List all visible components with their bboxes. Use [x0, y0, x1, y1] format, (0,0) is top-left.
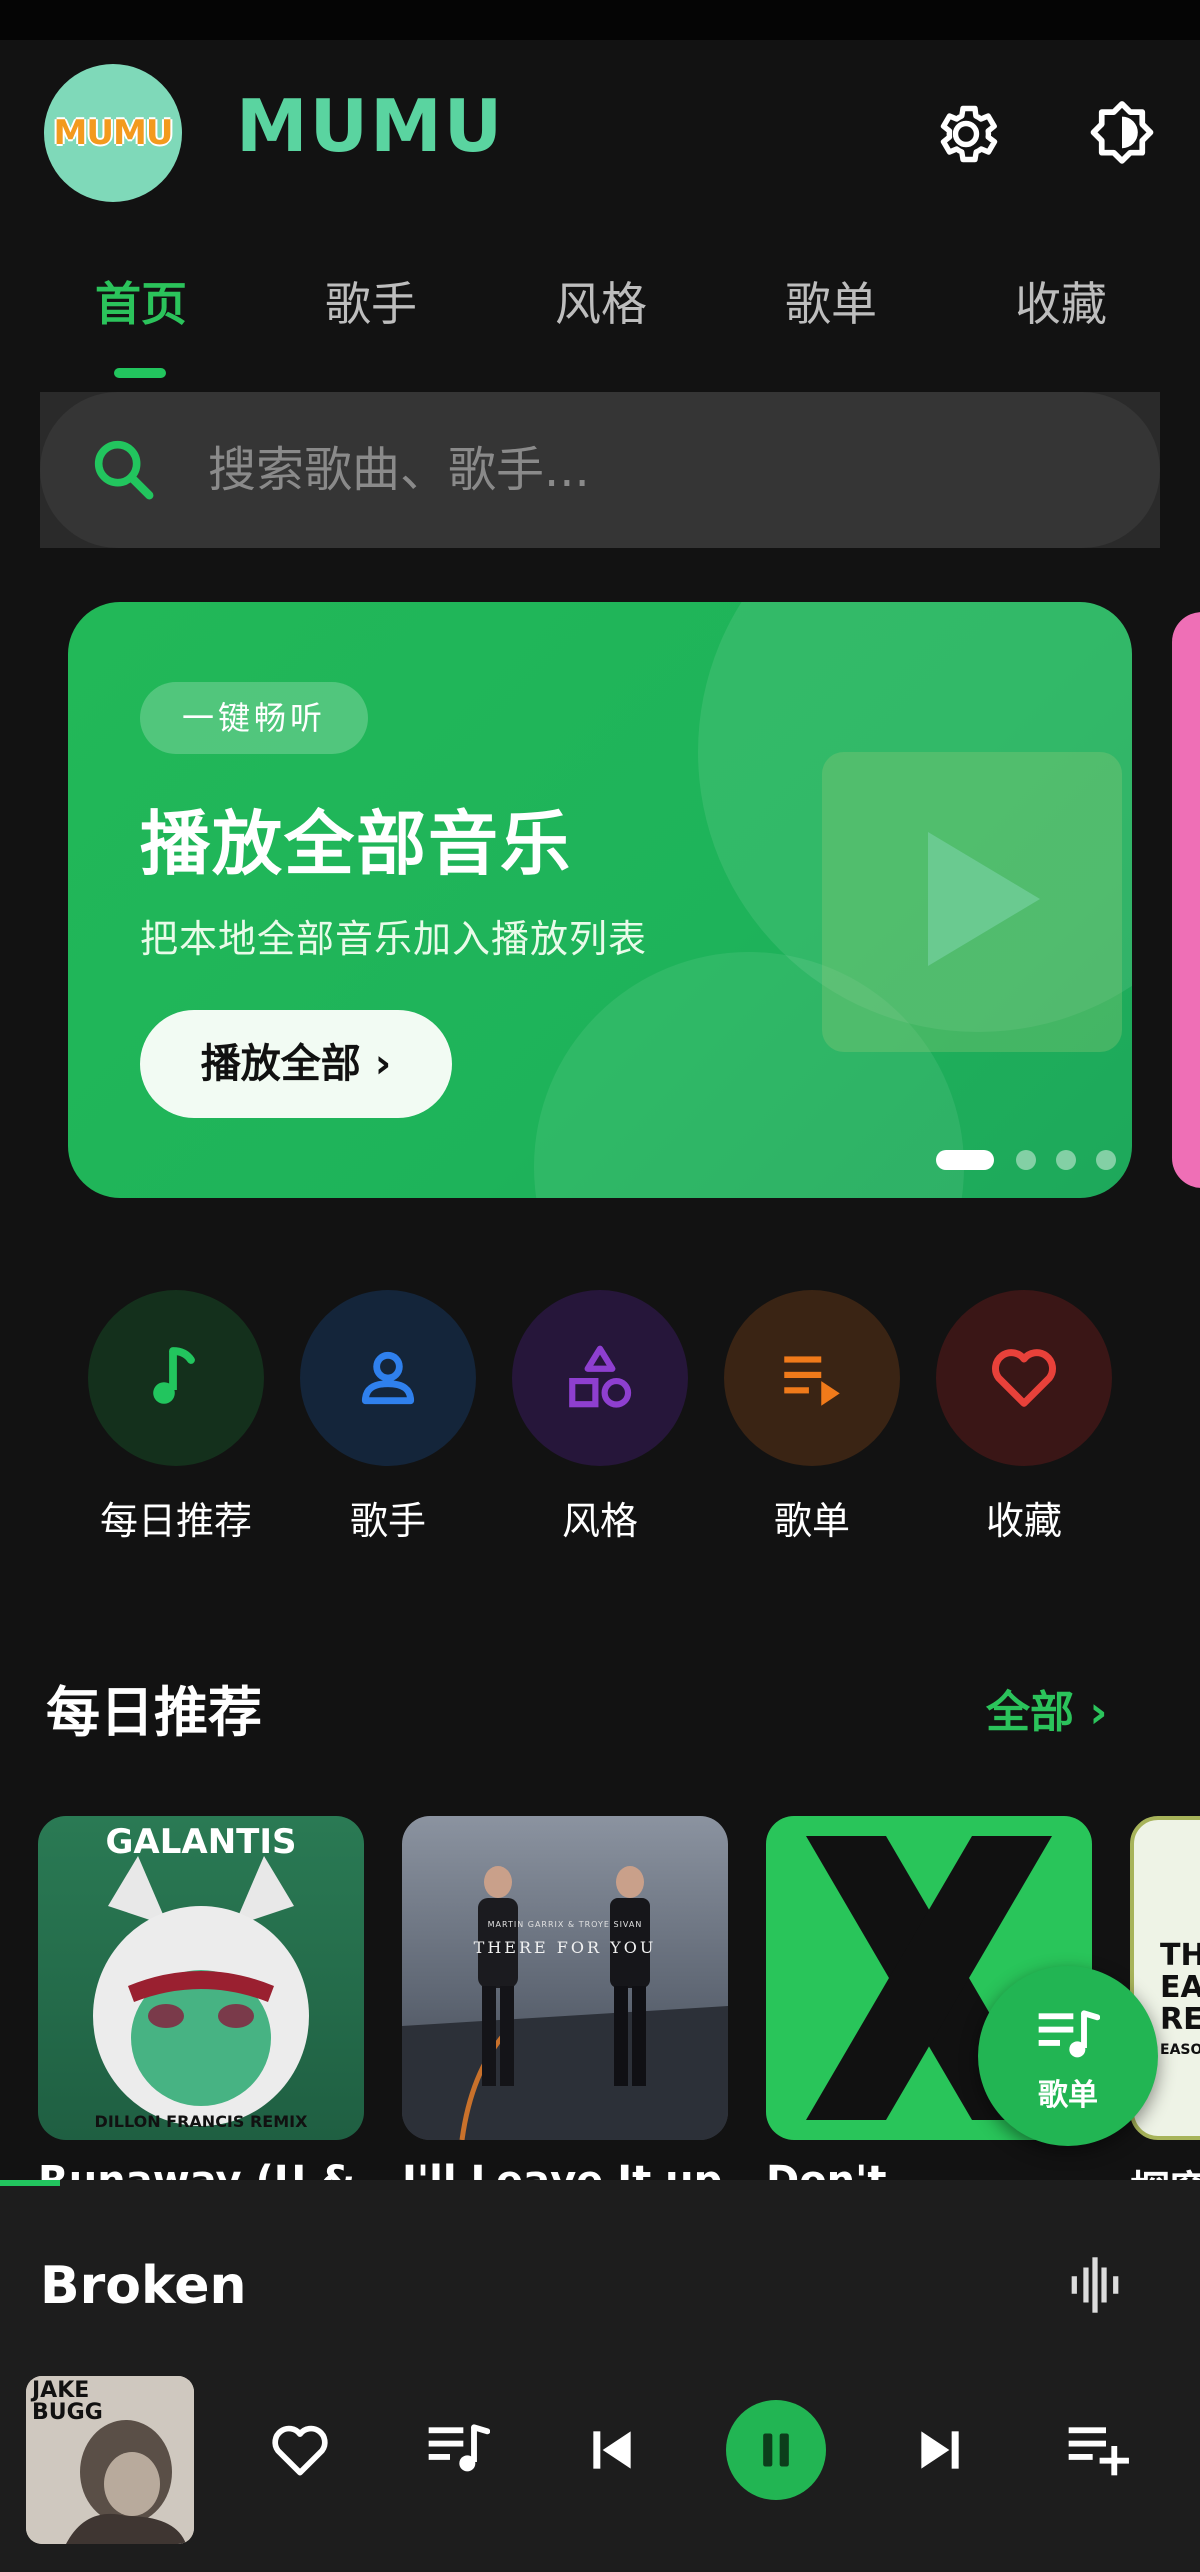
playlist-icon: [784, 1356, 840, 1406]
cover-subtitle: MARTIN GARRIX & TROYE SIVAN: [487, 1920, 643, 1929]
gear-icon: [940, 105, 998, 163]
song-title: 探窗: [1130, 2158, 1200, 2180]
song-title: Runaway (U & I): [38, 2158, 364, 2180]
page-dot[interactable]: [1096, 1150, 1116, 1170]
banner-title: 播放全部音乐: [140, 803, 572, 885]
quick-circle: [724, 1290, 900, 1466]
now-playing-title: Broken: [40, 2256, 247, 2316]
album-art[interactable]: JAKE BUGG: [26, 2376, 194, 2544]
next-button[interactable]: [892, 2402, 988, 2498]
see-all-link[interactable]: 全部 ›: [986, 1676, 1107, 1740]
song-title: Don't: [766, 2158, 1092, 2180]
top-tab-bar: 首页 歌手 风格 歌单 收藏: [0, 240, 1200, 380]
playback-progress[interactable]: [0, 2180, 60, 2186]
logo-text: MUMU: [53, 113, 174, 153]
shapes-icon: [569, 1345, 632, 1408]
playlist-fab[interactable]: 歌单: [978, 1966, 1158, 2146]
play-all-button[interactable]: 播放全部 ›: [140, 1010, 452, 1118]
banner-badge: 一键畅听: [140, 682, 368, 754]
brightness-icon: [1090, 101, 1154, 164]
quick-playlists[interactable]: 歌单: [722, 1290, 902, 1550]
quick-circle: [300, 1290, 476, 1466]
tab-genres[interactable]: 风格: [486, 264, 716, 344]
search-placeholder: 搜索歌曲、歌手...: [208, 442, 590, 498]
quick-circle: [512, 1290, 688, 1466]
music-note-icon: [153, 1347, 195, 1404]
song-card[interactable]: GALANTIS DILLON FRANCIS REMIX: [38, 1816, 364, 2140]
page-dot[interactable]: [1016, 1150, 1036, 1170]
quick-favorites[interactable]: 收藏: [934, 1290, 1114, 1550]
theme-toggle-button[interactable]: [1080, 92, 1164, 176]
page-dot[interactable]: [1056, 1150, 1076, 1170]
add-to-queue-button[interactable]: [1050, 2402, 1146, 2498]
cover-title: THERE FOR YOU: [473, 1938, 657, 1957]
search-container: 搜索歌曲、歌手...: [40, 392, 1160, 548]
quick-daily[interactable]: 每日推荐: [86, 1290, 266, 1550]
song-title: I'll Leave It up: [402, 2158, 728, 2180]
audio-wave-icon[interactable]: [1060, 2250, 1130, 2320]
app-header: MUMU MUMU: [0, 40, 1200, 220]
heart-icon: [992, 1349, 1056, 1407]
cover-title: GALANTIS: [105, 1822, 297, 1862]
like-button[interactable]: [252, 2402, 348, 2498]
person-icon: [361, 1351, 415, 1405]
cover-subtitle: EASO: [1160, 2042, 1200, 2058]
skip-next-icon: [921, 2431, 959, 2469]
banner-subtitle: 把本地全部音乐加入播放列表: [140, 917, 648, 961]
quick-circle: [936, 1290, 1112, 1466]
tab-indicator: [114, 368, 166, 378]
play-icon: [928, 832, 1040, 966]
tab-home[interactable]: 首页: [26, 264, 256, 344]
promo-banner[interactable]: 一键畅听 播放全部音乐 把本地全部音乐加入播放列表 播放全部 ›: [68, 602, 1132, 1198]
song-card[interactable]: THERE FOR YOU MARTIN GARRIX & TROYE SIVA…: [402, 1816, 728, 2140]
skip-previous-icon: [593, 2431, 631, 2469]
tab-playlists[interactable]: 歌单: [716, 264, 946, 344]
tab-singers[interactable]: 歌手: [256, 264, 486, 344]
previous-button[interactable]: [564, 2402, 660, 2498]
status-bar: [0, 0, 1200, 40]
cover-subtitle: DILLON FRANCIS REMIX: [94, 2112, 308, 2131]
playlist-add-icon: [1068, 2427, 1129, 2476]
fab-label: 歌单: [1038, 2078, 1098, 2113]
album-cover-art: [93, 1856, 309, 2126]
mini-player: Broken JAKE BUGG: [0, 2180, 1200, 2572]
tab-favorites[interactable]: 收藏: [946, 264, 1176, 344]
section-title: 每日推荐: [46, 1681, 262, 1744]
page-dot-active[interactable]: [936, 1150, 994, 1170]
heart-outline-icon: [272, 2425, 328, 2476]
quick-genres[interactable]: 风格: [510, 1290, 690, 1550]
cover-title: TH EA RE: [1160, 1938, 1200, 2037]
playlist-button[interactable]: [410, 2402, 506, 2498]
settings-button[interactable]: [924, 92, 1008, 176]
queue-music-icon: [1038, 2010, 1100, 2058]
quick-category-row: 每日推荐 歌手 风格 歌单 收藏: [0, 1290, 1200, 1550]
pause-button[interactable]: [726, 2400, 826, 2500]
next-banner-peek[interactable]: [1172, 612, 1200, 1188]
quick-circle: [88, 1290, 264, 1466]
album-text: JAKE BUGG: [32, 2378, 103, 2425]
album-cover-art: [402, 1866, 728, 2140]
home-screen: MUMU MUMU 首页 歌手 风格 歌单 收藏 搜索歌曲、歌手... 一键畅听…: [0, 0, 1200, 2572]
quick-singers[interactable]: 歌手: [298, 1290, 478, 1550]
quick-label: 每日推荐: [99, 1499, 252, 1543]
search-icon: [94, 440, 154, 500]
pause-icon: [763, 2433, 789, 2467]
app-title: MUMU: [236, 84, 505, 168]
quick-label: 收藏: [985, 1499, 1062, 1543]
quick-label: 风格: [561, 1499, 638, 1543]
quick-label: 歌手: [349, 1499, 426, 1543]
search-input[interactable]: 搜索歌曲、歌手...: [40, 392, 1160, 548]
app-logo[interactable]: MUMU: [44, 64, 182, 202]
quick-label: 歌单: [773, 1499, 850, 1543]
queue-music-icon: [428, 2424, 490, 2472]
